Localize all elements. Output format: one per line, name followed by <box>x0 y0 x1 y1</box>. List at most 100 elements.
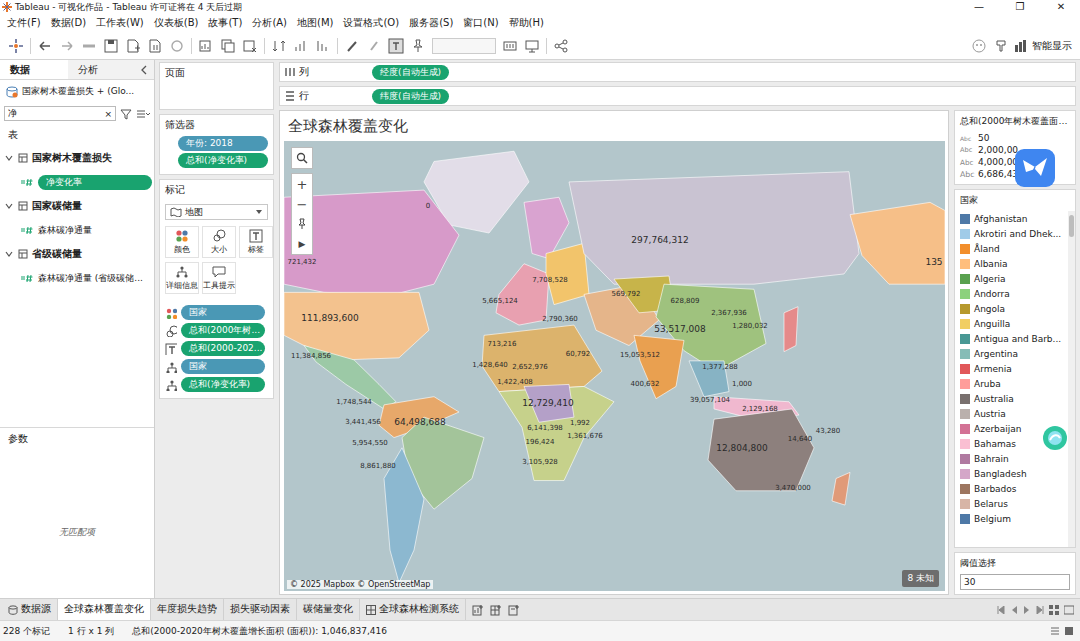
map-label[interactable]: 0 <box>426 202 430 211</box>
legend-scrollbar[interactable] <box>1068 211 1075 547</box>
legend-item-name[interactable]: Aruba <box>974 379 1001 389</box>
map-label[interactable]: 12,804,800 <box>716 442 768 453</box>
field-row[interactable]: 净变化率 <box>0 170 154 194</box>
marks-button[interactable]: 颜色 <box>165 226 199 258</box>
legend-item[interactable]: Anguilla <box>955 316 1068 331</box>
legend-item-name[interactable]: Bangladesh <box>974 469 1027 479</box>
last-icon[interactable] <box>1036 606 1044 614</box>
sheet-tab-label[interactable]: 全球森林覆盖变化 <box>64 603 144 616</box>
field-row[interactable]: 森林碳净通量 <box>0 218 154 242</box>
pin-icon[interactable] <box>410 38 426 54</box>
pane-tab[interactable]: 分析 <box>68 60 136 79</box>
map-label[interactable]: 1,377,288 <box>702 363 738 372</box>
menu-item[interactable]: 仪表板(B) <box>149 16 204 30</box>
zoom-button[interactable]: − <box>292 194 312 214</box>
chevron-icon[interactable] <box>4 249 14 259</box>
map-label[interactable]: 2,790,360 <box>542 314 578 323</box>
legend-item-name[interactable]: Albania <box>974 259 1008 269</box>
label-toggle-icon[interactable] <box>388 38 404 54</box>
map-label[interactable]: 1,280,032 <box>732 322 768 331</box>
status-grid-icon[interactable] <box>1064 626 1074 636</box>
map-attribution[interactable]: © 2025 Mapbox © OpenStreetMap <box>287 580 433 589</box>
legend-item[interactable]: Austria <box>955 406 1068 421</box>
legend-item[interactable]: Belgium <box>955 511 1068 526</box>
map[interactable]: 297,764,312111,893,600721,43213564,498,6… <box>284 141 945 591</box>
swap-icon[interactable] <box>271 38 287 54</box>
view-list-icon[interactable] <box>136 108 150 120</box>
marks-pill[interactable]: 总和(2000年树... <box>181 323 265 338</box>
pane-tab[interactable]: 数据 <box>0 60 68 79</box>
table-row[interactable]: 国家碳储量 <box>0 194 154 218</box>
group-icon[interactable] <box>366 38 382 54</box>
map-label[interactable]: 5,954,550 <box>352 438 388 447</box>
bulb-icon[interactable] <box>993 38 1009 54</box>
menu-item[interactable]: 窗口(N) <box>458 16 503 30</box>
sheet-tab-label[interactable]: 碳储量变化 <box>303 603 353 616</box>
new-story-icon[interactable] <box>508 604 520 616</box>
legend-item-name[interactable]: Antigua and Barb... <box>974 334 1061 344</box>
map-label[interactable]: 5,665,124 <box>482 296 518 305</box>
sheet-tab-label[interactable]: 数据源 <box>21 603 51 616</box>
menu-item[interactable]: 数据(D) <box>46 16 92 30</box>
sheet-tab[interactable]: 损失驱动因素 <box>224 599 297 620</box>
legend-item[interactable]: Australia <box>955 391 1068 406</box>
map-label[interactable]: 713,216 <box>488 339 517 348</box>
tableau-star-icon[interactable] <box>8 38 24 54</box>
floating-ball[interactable] <box>1042 425 1068 451</box>
new-datasource-icon[interactable] <box>125 38 141 54</box>
map-label[interactable]: 628,809 <box>671 296 700 305</box>
first-icon[interactable] <box>997 606 1005 614</box>
legend-item[interactable]: Angola <box>955 301 1068 316</box>
field-name[interactable]: 森林碳净通量 (省级碳储... <box>38 272 143 285</box>
legend-item[interactable]: Aruba <box>955 376 1068 391</box>
marks-pill[interactable]: 国家 <box>181 305 265 320</box>
map-label[interactable]: 6,141,398 <box>527 424 563 433</box>
map-label[interactable]: 2,652,976 <box>512 363 548 372</box>
table-name[interactable]: 国家树木覆盖损失 <box>32 152 112 165</box>
rows-shelf[interactable]: 行纬度(自动生成) <box>279 86 1076 106</box>
legend-item-name[interactable]: Bahamas <box>974 439 1016 449</box>
table-row[interactable]: 国家树木覆盖损失 <box>0 146 154 170</box>
mark-type-dropdown[interactable]: 地图 <box>165 204 268 220</box>
prev-icon[interactable] <box>1010 606 1018 614</box>
refresh-icon[interactable] <box>169 38 185 54</box>
map-label[interactable]: 39,057,104 <box>690 395 730 404</box>
legend-item[interactable]: Akrotiri and Dhek... <box>955 226 1068 241</box>
map-label[interactable]: 1,992 <box>570 419 590 428</box>
legend-item-name[interactable]: Anguilla <box>974 319 1010 329</box>
menu-item[interactable]: 分析(A) <box>247 16 292 30</box>
map-label[interactable]: 11,384,856 <box>291 351 331 360</box>
legend-item-name[interactable]: Barbados <box>974 484 1017 494</box>
map-label[interactable]: 135 <box>925 256 942 267</box>
columns-pill[interactable]: 经度(自动生成) <box>372 65 449 80</box>
new-sheet-icon[interactable] <box>198 38 214 54</box>
sheet-tab[interactable]: 数据源 <box>2 599 58 620</box>
legend-item-name[interactable]: Australia <box>974 394 1014 404</box>
legend-item-name[interactable]: Akrotiri and Dhek... <box>974 229 1061 239</box>
legend-item[interactable]: Bahrain <box>955 451 1068 466</box>
filter-pill[interactable]: 年份: 2018 <box>178 136 268 151</box>
map-label[interactable]: 2,367,936 <box>711 308 747 317</box>
legend-item[interactable]: Algeria <box>955 271 1068 286</box>
map-label[interactable]: 297,764,312 <box>631 235 688 246</box>
legend-item-name[interactable]: Argentina <box>974 349 1018 359</box>
marks-button[interactable]: 工具提示 <box>202 262 236 294</box>
field-name[interactable]: 净变化率 <box>38 175 152 190</box>
show-me-label[interactable]: 智能显示 <box>1032 39 1072 53</box>
filmstrip-icon[interactable] <box>1064 605 1074 615</box>
new-worksheet-icon[interactable] <box>472 604 484 616</box>
map-label[interactable]: 1,361,676 <box>567 431 603 440</box>
redo-icon[interactable] <box>59 38 75 54</box>
highlight-icon[interactable] <box>344 38 360 54</box>
legend-item[interactable]: Belarus <box>955 496 1068 511</box>
sort-desc-icon[interactable] <box>315 38 331 54</box>
legend-item-name[interactable]: Åland <box>974 244 1000 254</box>
legend-item[interactable]: Antigua and Barb... <box>955 331 1068 346</box>
sheet-tab[interactable]: 全球森林覆盖变化 <box>58 599 151 620</box>
map-label[interactable]: 7,708,528 <box>532 276 568 285</box>
unknown-indicator[interactable]: 8 未知 <box>902 570 939 587</box>
menu-item[interactable]: 文件(F) <box>2 16 46 30</box>
sheet-tab-label[interactable]: 损失驱动因素 <box>230 603 290 616</box>
legend-item-name[interactable]: Azerbaijan <box>974 424 1022 434</box>
marks-button-label[interactable]: 详细信息 <box>166 280 198 291</box>
